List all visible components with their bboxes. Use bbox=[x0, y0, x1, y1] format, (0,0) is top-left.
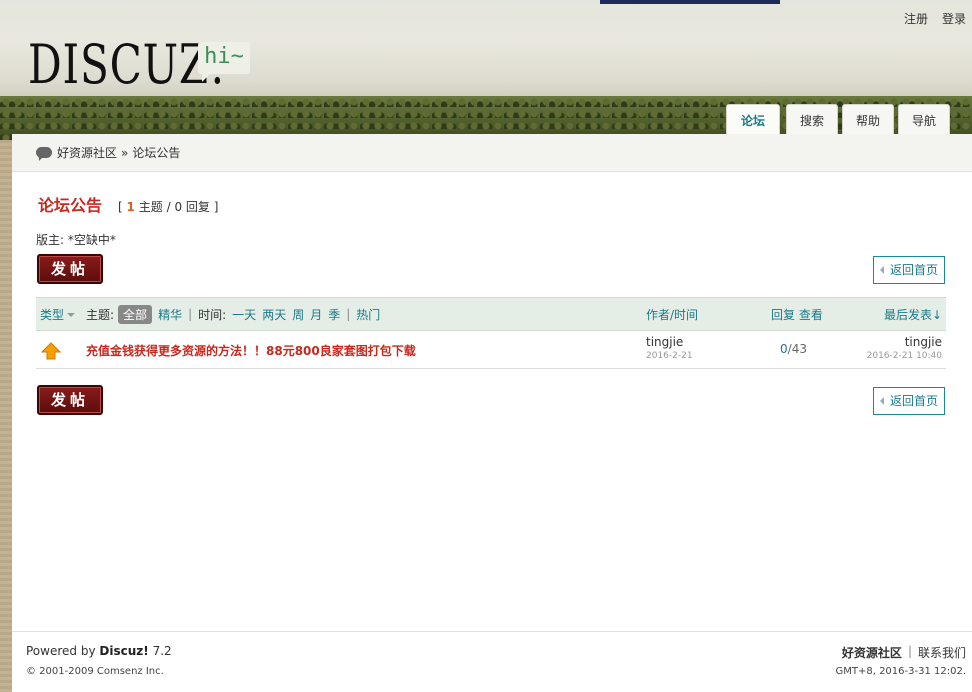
filter-one-day[interactable]: 一天 bbox=[232, 306, 256, 323]
last-post-column-header[interactable]: 最后发表↓ bbox=[884, 306, 942, 323]
divider: | bbox=[346, 307, 351, 321]
new-post-button-bottom[interactable]: 发帖 bbox=[37, 385, 103, 415]
divider: | bbox=[188, 307, 193, 321]
moderator-info: 版主: *空缺中* bbox=[36, 233, 116, 247]
footer-site-link[interactable]: 好资源社区 bbox=[842, 644, 902, 661]
reply-view-header: 回复 查看 bbox=[771, 306, 823, 323]
top-strip bbox=[600, 0, 780, 4]
filter-month[interactable]: 月 bbox=[310, 306, 322, 323]
breadcrumb: 好资源社区 » 论坛公告 bbox=[12, 134, 972, 172]
stats-open-bracket: [ bbox=[118, 200, 123, 214]
logo[interactable]: DISCUZ! bbox=[28, 34, 227, 96]
time-label: 时间: bbox=[198, 307, 227, 322]
register-link[interactable]: 注册 bbox=[904, 10, 928, 27]
stats-close-bracket: ] bbox=[213, 200, 219, 214]
last-post-date[interactable]: 2016-2-21 10:40 bbox=[867, 351, 942, 361]
speech-bubble-icon bbox=[36, 147, 52, 161]
powered-brand-link[interactable]: Discuz! bbox=[99, 644, 148, 658]
filter-week[interactable]: 周 bbox=[292, 306, 304, 323]
type-label: 类型 bbox=[40, 307, 65, 322]
logo-hi-bubble: hi~ bbox=[198, 42, 250, 82]
forum-title: 论坛公告 bbox=[38, 196, 103, 215]
thread-count: 1 bbox=[126, 200, 135, 214]
thread-counts: 0/43 bbox=[780, 342, 807, 356]
table-row: 充值金钱获得更多资源的方法！！88元800良家套图打包下载 tingjie 20… bbox=[36, 331, 946, 369]
thread-author[interactable]: tingjie bbox=[646, 335, 683, 349]
main-panel: 好资源社区 » 论坛公告 论坛公告 [ 1 主题 / 0 回复 ] 版主: *空… bbox=[12, 134, 972, 692]
forum-stats: [ 1 主题 / 0 回复 ] bbox=[118, 198, 218, 215]
footer-contact-link[interactable]: 联系我们 bbox=[918, 644, 966, 661]
thread-date: 2016-2-21 bbox=[646, 351, 693, 361]
footer-time: GMT+8, 2016-3-31 12:02. bbox=[835, 666, 966, 677]
filter-two-days[interactable]: 两天 bbox=[262, 306, 286, 323]
footer-links: 好资源社区 | 联系我们 bbox=[842, 644, 966, 661]
last-post-author[interactable]: tingjie bbox=[905, 335, 942, 349]
tab-help[interactable]: 帮助 bbox=[842, 104, 894, 136]
powered-by: Powered by Discuz! 7.2 bbox=[26, 644, 172, 658]
breadcrumb-home-link[interactable]: 好资源社区 bbox=[57, 144, 117, 161]
filter-all[interactable]: 全部 bbox=[118, 304, 153, 324]
footer-separator: | bbox=[907, 644, 912, 658]
tab-navigation[interactable]: 导航 bbox=[898, 104, 950, 136]
replies-column-header[interactable]: 回复 bbox=[771, 308, 795, 322]
reply-count-label: 回复 bbox=[185, 200, 210, 214]
filter-hot[interactable]: 热门 bbox=[356, 306, 380, 323]
forum-heading: 论坛公告 [ 1 主题 / 0 回复 ] bbox=[38, 192, 218, 216]
author-column-header[interactable]: 作者/时间 bbox=[646, 306, 698, 323]
footer: Powered by Discuz! 7.2 © 2001-2009 Comse… bbox=[12, 631, 972, 692]
powered-prefix: Powered by bbox=[26, 644, 96, 658]
views-column-header[interactable]: 查看 bbox=[799, 308, 823, 322]
back-home-button-bottom[interactable]: 返回首页 bbox=[873, 387, 945, 415]
login-link[interactable]: 登录 bbox=[942, 10, 966, 27]
tab-search[interactable]: 搜索 bbox=[786, 104, 838, 136]
table-header: 类型 主题: 全部 精华 | 时间: 一天 两天 周 月 季 | 热门 作者/时… bbox=[36, 297, 946, 331]
thread-views: 43 bbox=[791, 342, 807, 356]
type-filter[interactable]: 类型 bbox=[40, 306, 76, 323]
header: 注册 登录 DISCUZ! hi~ 论坛 搜索 帮助 导航 bbox=[0, 0, 972, 140]
thread-table: 类型 主题: 全部 精华 | 时间: 一天 两天 周 月 季 | 热门 作者/时… bbox=[36, 297, 946, 369]
chevron-down-icon bbox=[67, 313, 76, 317]
thread-count-label: 主题 bbox=[138, 200, 163, 214]
back-home-button-top[interactable]: 返回首页 bbox=[873, 256, 945, 284]
top-links: 注册 登录 bbox=[904, 10, 966, 27]
filter-season[interactable]: 季 bbox=[328, 306, 340, 323]
topic-label: 主题: bbox=[86, 307, 115, 322]
copyright: © 2001-2009 Comsenz Inc. bbox=[26, 666, 164, 677]
thread-replies: 0 bbox=[780, 342, 788, 356]
filter-digest[interactable]: 精华 bbox=[158, 306, 182, 323]
stats-slash: / bbox=[166, 200, 171, 214]
breadcrumb-separator: » bbox=[121, 145, 129, 160]
breadcrumb-current: 论坛公告 bbox=[132, 146, 181, 160]
filter-bar: 主题: 全部 精华 | 时间: 一天 两天 周 月 季 | 热门 bbox=[86, 304, 380, 324]
pinned-arrow-up-icon bbox=[41, 342, 61, 360]
thread-title-link[interactable]: 充值金钱获得更多资源的方法！！88元800良家套图打包下载 bbox=[86, 342, 416, 359]
reply-count: 0 bbox=[174, 200, 183, 214]
new-post-button-top[interactable]: 发帖 bbox=[37, 254, 103, 284]
powered-version: 7.2 bbox=[152, 644, 172, 658]
